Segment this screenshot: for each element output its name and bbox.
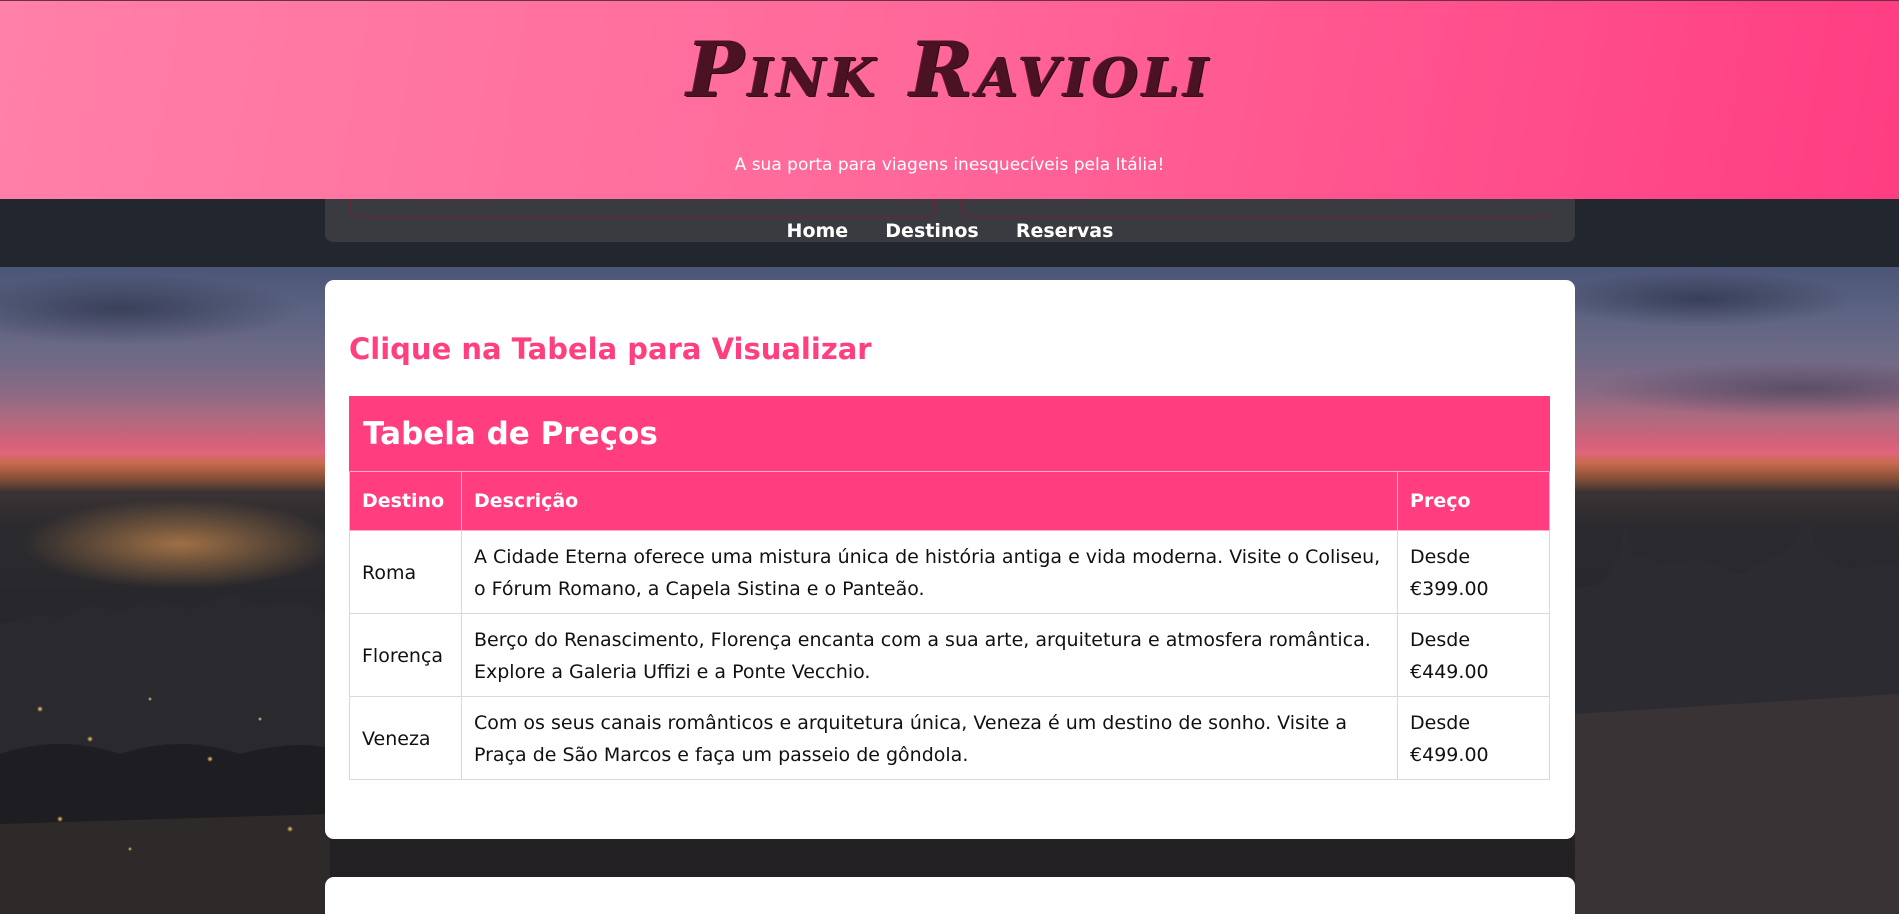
price-prefix: Desde — [1410, 545, 1471, 568]
cell-descricao: Com os seus canais românticos e arquitet… — [460, 695, 1399, 780]
nav-link-home[interactable]: Home — [787, 220, 849, 242]
nav-slot-left — [350, 199, 935, 217]
site-tagline: A sua porta para viagens inesquecíveis p… — [734, 155, 1165, 175]
cell-preco: Desde €399.00 — [1397, 529, 1550, 614]
table-row[interactable]: Roma A Cidade Eterna oferece uma mistura… — [349, 529, 1550, 614]
table-row[interactable]: Veneza Com os seus canais românticos e a… — [349, 695, 1550, 780]
cell-preco: Desde €449.00 — [1397, 612, 1550, 697]
section-heading: Clique na Tabela para Visualizar — [349, 332, 872, 366]
cell-destino: Veneza — [349, 695, 462, 780]
cell-destino: Roma — [349, 529, 462, 614]
cell-descricao: A Cidade Eterna oferece uma mistura únic… — [460, 529, 1399, 614]
price-value: €499.00 — [1410, 743, 1489, 766]
table-caption: Tabela de Preços — [349, 396, 1550, 472]
background-city-lights — [0, 669, 330, 914]
price-value: €449.00 — [1410, 660, 1489, 683]
pricing-card: Clique na Tabela para Visualizar Tabela … — [325, 280, 1575, 839]
column-header-destino: Destino — [349, 472, 462, 531]
main-nav: Home Destinos Reservas — [325, 220, 1575, 242]
nav-link-destinos[interactable]: Destinos — [885, 220, 978, 242]
price-table[interactable]: Tabela de Preços Destino Descrição Preço… — [349, 396, 1550, 780]
site-header: Pink Ravioli A sua porta para viagens in… — [0, 0, 1899, 199]
nav-link-reservas[interactable]: Reservas — [1016, 220, 1114, 242]
table-row[interactable]: Florença Berço do Renascimento, Florença… — [349, 612, 1550, 697]
price-prefix: Desde — [1410, 628, 1471, 651]
column-header-preco: Preço — [1397, 472, 1550, 531]
cell-descricao: Berço do Renascimento, Florença encanta … — [460, 612, 1399, 697]
brand-logo: Pink Ravioli — [686, 25, 1213, 114]
price-value: €399.00 — [1410, 577, 1489, 600]
column-header-descricao: Descrição — [460, 472, 1399, 531]
price-prefix: Desde — [1410, 711, 1471, 734]
cell-destino: Florença — [349, 612, 462, 697]
nav-slot-right — [962, 199, 1550, 217]
cell-preco: Desde €499.00 — [1397, 695, 1550, 780]
next-section-card — [325, 877, 1575, 914]
table-header-row: Destino Descrição Preço — [349, 472, 1550, 531]
